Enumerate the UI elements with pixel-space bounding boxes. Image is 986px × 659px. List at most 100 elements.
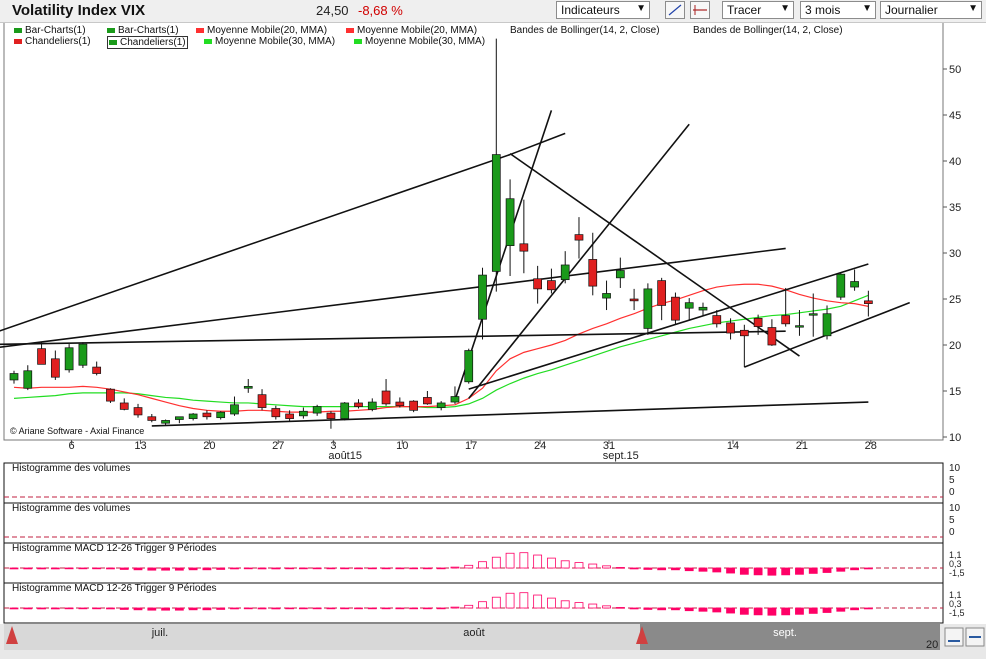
candle-body: [671, 296, 680, 321]
macd-bar: [409, 567, 419, 570]
macd-bar: [64, 567, 74, 570]
change-percent: -8,68 %: [358, 3, 403, 18]
legend-bollinger-2: Bandes de Bollinger(14, 2, Close): [693, 25, 843, 36]
candle-body: [230, 404, 239, 415]
x-tick-label: 24: [534, 440, 546, 452]
panel-title-macd-1: Histogramme MACD 12-26 Trigger 9 Période…: [12, 543, 217, 554]
macd-bar: [533, 594, 543, 609]
candle-body: [822, 313, 832, 337]
x-month-label: sept.15: [603, 450, 639, 462]
interval-dropdown[interactable]: Journalier ▼: [880, 1, 982, 19]
y-tick-label: 20: [949, 340, 961, 352]
legend-bollinger-1: Bandes de Bollinger(14, 2, Close): [510, 25, 660, 36]
y-tick-label: 40: [949, 156, 961, 168]
period-label: 3 mois: [805, 3, 841, 17]
macd-bar: [547, 597, 556, 609]
macd-bar: [505, 592, 515, 609]
macd-bar: [354, 607, 363, 610]
navigator-bar[interactable]: juil. août sept. 20: [0, 624, 986, 659]
y-tick-label: 50: [949, 64, 961, 76]
macd-bar: [422, 607, 432, 610]
x-tick-label: 14: [727, 440, 739, 452]
legend-candles-1: Chandeliers(1): [14, 36, 91, 47]
indicators-dropdown[interactable]: Indicateurs ▼: [556, 1, 650, 19]
candle-body: [505, 198, 515, 246]
candle-body: [712, 315, 722, 325]
candle-body: [64, 347, 74, 371]
candle-body: [299, 410, 308, 417]
candle-body: [257, 394, 267, 408]
macd-bar: [50, 567, 60, 570]
candle-body: [175, 416, 184, 420]
candle-body: [519, 243, 529, 252]
candle-body: [50, 358, 60, 378]
plot-area: [3, 21, 944, 441]
stock-chart: 1015202530354045506 13 20 27 3 10 17 24 31 14 21 28…: [0, 21, 965, 624]
legend-ma20-2: Moyenne Mobile(20, MMA): [346, 25, 477, 36]
macd-bar: [850, 567, 859, 571]
x-tick-label: 10: [396, 440, 408, 452]
zoom-in-button[interactable]: [944, 627, 964, 647]
macd-bar: [753, 607, 763, 616]
macd-bar: [615, 567, 625, 569]
candle-body: [312, 406, 322, 414]
macd-bar: [739, 607, 749, 615]
macd-bar: [367, 567, 377, 570]
candle-body: [726, 322, 735, 334]
volume-axis-label: 5: [949, 515, 955, 526]
macd-bar: [519, 592, 529, 609]
legend-swatch: [14, 38, 22, 44]
macd-bar: [836, 567, 846, 572]
macd-bar: [23, 567, 33, 570]
draw-line-button[interactable]: [665, 1, 685, 19]
candle-body: [92, 366, 102, 374]
macd-bar: [23, 607, 33, 610]
macd-bar: [671, 607, 680, 611]
macd-bar: [464, 604, 474, 609]
legend-bar-charts-2: Bar-Charts(1): [107, 25, 179, 36]
period-dropdown[interactable]: 3 mois ▼: [800, 1, 876, 19]
tracer-dropdown[interactable]: Tracer ▼: [722, 1, 794, 19]
macd-bar: [188, 607, 198, 611]
candle-body: [423, 397, 432, 405]
macd-bar: [367, 607, 377, 610]
candle-body: [409, 400, 418, 411]
macd-bar: [409, 607, 419, 610]
panel-title-macd-2: Histogramme MACD 12-26 Trigger 9 Période…: [12, 583, 217, 594]
candle-body: [133, 407, 143, 416]
candle-body: [367, 401, 377, 410]
macd-bar: [9, 567, 19, 570]
y-tick-label: 45: [949, 110, 961, 122]
macd-bar: [92, 567, 102, 570]
macd-bar: [78, 607, 88, 610]
macd-bar: [161, 607, 170, 611]
legend-swatch: [109, 39, 117, 45]
macd-bar: [436, 607, 446, 610]
macd-bar: [450, 606, 460, 609]
macd-bar: [808, 567, 818, 574]
candle-body: [478, 274, 487, 320]
macd-bar: [602, 565, 611, 569]
candle-body: [491, 154, 501, 272]
candle-body: [271, 408, 281, 418]
macd-bar: [37, 567, 46, 570]
macd-bar: [726, 607, 735, 614]
macd-bar: [671, 567, 680, 571]
macd-bar: [92, 607, 102, 610]
candle-body: [602, 293, 611, 299]
macd-bar: [230, 567, 239, 570]
draw-hline-button[interactable]: [690, 1, 710, 19]
y-tick-label: 25: [949, 294, 961, 306]
macd-bar: [271, 607, 281, 610]
candle-body: [547, 280, 556, 291]
macd-bar: [588, 563, 598, 569]
y-tick-label: 35: [949, 202, 961, 214]
candle-body: [436, 402, 446, 408]
macd-bar: [450, 566, 460, 569]
candle-body: [450, 396, 460, 403]
macd-bar: [174, 607, 184, 611]
macd-bar: [106, 607, 115, 610]
macd-bar: [161, 567, 170, 571]
indicators-label: Indicateurs: [561, 3, 620, 17]
y-tick-label: 15: [949, 386, 961, 398]
